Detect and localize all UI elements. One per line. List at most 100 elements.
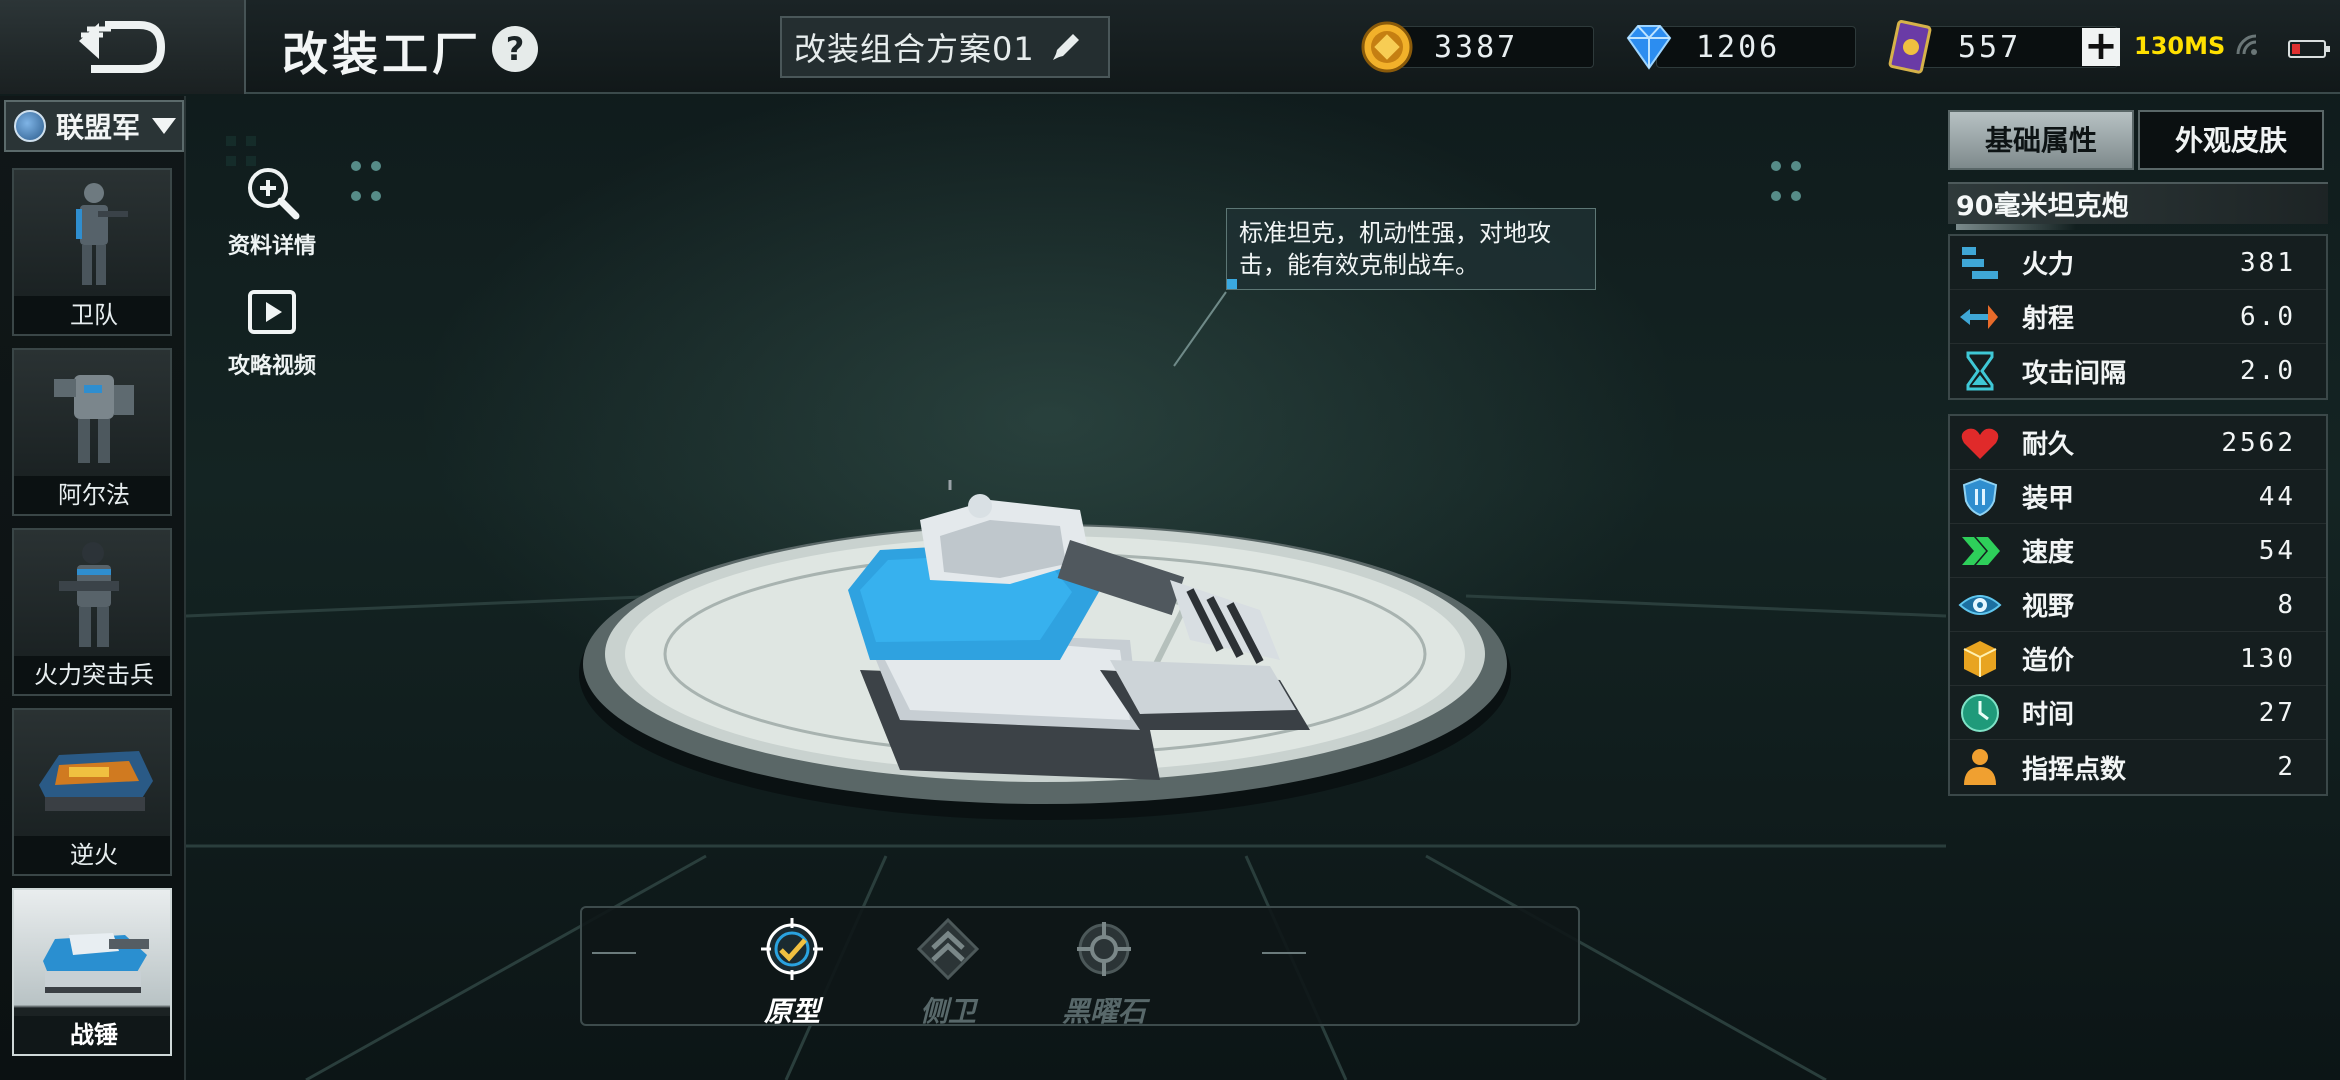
unit-name: 火力突击兵 — [14, 656, 170, 694]
stat-row-speed: 速度 54 — [1950, 524, 2326, 578]
hourglass-icon — [1966, 351, 1994, 391]
stat-label: 射程 — [2022, 304, 2075, 334]
stats-panel: 基础属性 外观皮肤 90毫米坦克炮 火力 381 射程 6.0 攻击间隔 2.0… — [1948, 110, 2328, 814]
ping-readout: 130MS — [2134, 32, 2226, 60]
shield-icon — [1962, 477, 1998, 516]
signal-icon — [2236, 34, 2257, 55]
crosshair-icon — [1077, 922, 1131, 976]
card-currency: 557 — [1884, 20, 2118, 74]
guard-unit-image — [14, 170, 170, 300]
back-button[interactable] — [0, 0, 246, 94]
stat-value: 2 — [2277, 752, 2296, 782]
page-title: 改装工厂 — [282, 27, 482, 81]
stat-row-armor: 装甲 44 — [1950, 470, 2326, 524]
weapon-stats: 火力 381 射程 6.0 攻击间隔 2.0 — [1948, 234, 2328, 400]
pencil-icon[interactable] — [1049, 30, 1083, 64]
unit-card-fire-assault[interactable]: 火力突击兵 — [12, 528, 172, 696]
divider — [592, 952, 636, 954]
variant-flank-guard[interactable]: 侧卫 — [888, 914, 1008, 1030]
stat-label: 装甲 — [2022, 484, 2075, 514]
loadout-selector[interactable]: 改装组合方案01 — [780, 16, 1110, 78]
back-arrow-icon — [79, 21, 166, 73]
stat-label: 指挥点数 — [2022, 754, 2127, 785]
unit-description: 标准坦克，机动性强，对地攻击，能有效克制战车。 — [1226, 208, 1596, 290]
help-button[interactable]: ? — [492, 26, 538, 72]
stat-value: 2.0 — [2240, 356, 2296, 386]
fire-assault-unit-image — [14, 530, 170, 660]
stat-value: 8 — [2277, 589, 2296, 620]
stat-row-vision: 视野 8 — [1950, 578, 2326, 632]
variant-prototype[interactable]: 原型 — [732, 914, 852, 1030]
unit-card-alpha[interactable]: 阿尔法 — [12, 348, 172, 516]
warhammer-unit-image — [14, 890, 170, 1020]
stat-label: 速度 — [2022, 538, 2075, 568]
stat-label: 视野 — [2022, 592, 2075, 622]
unit-card-guard[interactable]: 卫队 — [12, 168, 172, 336]
faction-label: 联盟军 — [56, 111, 141, 144]
speed-icon — [1962, 536, 2000, 565]
gold-coin-icon — [1361, 21, 1413, 73]
diamond-value: 1206 — [1696, 29, 1781, 65]
unit-name: 战锤 — [14, 1016, 170, 1054]
unit-sidebar: 联盟军 卫队 阿尔法 火力突击兵 逆火 战锤 — [0, 96, 186, 1080]
gold-value: 3387 — [1434, 29, 1519, 65]
unit-name: 阿尔法 — [14, 476, 170, 514]
unit-name: 卫队 — [14, 296, 170, 334]
eye-icon — [1958, 594, 2002, 615]
stat-value: 130 — [2240, 643, 2296, 674]
stat-row-range: 射程 6.0 — [1950, 290, 2326, 344]
variant-obsidian[interactable]: 黑曜石 — [1044, 914, 1164, 1030]
chevron-rank-icon — [916, 917, 980, 981]
variant-label: 侧卫 — [919, 995, 976, 1028]
crosshair-check-icon — [761, 918, 823, 980]
unit-name: 逆火 — [14, 836, 170, 874]
stat-row-cost: 造价 130 — [1950, 632, 2326, 686]
top-bar: 改装工厂 ? 改装组合方案01 3387 1206 557 + 130MS — [0, 0, 2340, 94]
chevron-down-icon — [152, 118, 177, 134]
weapon-name: 90毫米坦克炮 — [1948, 182, 2328, 224]
stat-value: 2562 — [2221, 427, 2296, 458]
heart-icon — [1961, 428, 1999, 459]
tab-basic-attributes[interactable]: 基础属性 — [1948, 110, 2134, 170]
add-currency-button[interactable]: + — [2082, 26, 2120, 66]
stat-label: 造价 — [2022, 646, 2075, 676]
variant-label: 原型 — [763, 995, 820, 1028]
stat-value: 44 — [2258, 481, 2296, 512]
tab-appearance-skins[interactable]: 外观皮肤 — [2138, 110, 2324, 170]
globe-icon — [14, 110, 46, 142]
stat-value: 381 — [2240, 247, 2296, 278]
stat-label: 时间 — [2022, 700, 2075, 730]
range-icon — [1960, 304, 1998, 329]
battery-icon — [2288, 40, 2330, 58]
unit-card-backfire[interactable]: 逆火 — [12, 708, 172, 876]
variant-label: 黑曜石 — [1061, 995, 1146, 1028]
unit-stats: 耐久 2562 装甲 44 速度 54 视野 8 造价 130 时间 27 指挥… — [1948, 414, 2328, 796]
stat-row-firepower: 火力 381 — [1950, 236, 2326, 290]
description-leader-line — [1173, 291, 1227, 367]
command-points-icon — [1964, 749, 1996, 785]
faction-dropdown[interactable]: 联盟军 — [4, 100, 184, 152]
firepower-icon — [1962, 246, 1998, 279]
unit-card-warhammer[interactable]: 战锤 — [12, 888, 172, 1056]
stat-value: 27 — [2258, 697, 2296, 728]
stat-row-durability: 耐久 2562 — [1950, 416, 2326, 470]
stat-label: 攻击间隔 — [2022, 358, 2127, 389]
stat-value: 6.0 — [2240, 301, 2296, 332]
weapon-underline — [1956, 224, 2076, 230]
stats-tabs: 基础属性 外观皮肤 — [1948, 110, 2328, 170]
clock-icon — [1961, 693, 1999, 732]
variant-selector: 原型 侧卫 黑曜石 — [580, 906, 1580, 1028]
stat-label: 耐久 — [2022, 430, 2075, 460]
stat-label: 火力 — [2022, 250, 2075, 280]
loadout-name: 改装组合方案01 — [794, 30, 1035, 68]
diamond-icon — [1626, 25, 1672, 70]
stat-value: 54 — [2258, 535, 2296, 566]
diamond-currency: 1206 — [1622, 22, 1856, 72]
card-value: 557 — [1958, 29, 2022, 65]
stat-row-command-points: 指挥点数 2 — [1950, 740, 2326, 794]
card-icon — [1888, 20, 1932, 74]
stat-row-build-time: 时间 27 — [1950, 686, 2326, 740]
cost-cube-icon — [1963, 640, 1997, 677]
divider — [1262, 952, 1306, 954]
alpha-unit-image — [14, 350, 170, 480]
